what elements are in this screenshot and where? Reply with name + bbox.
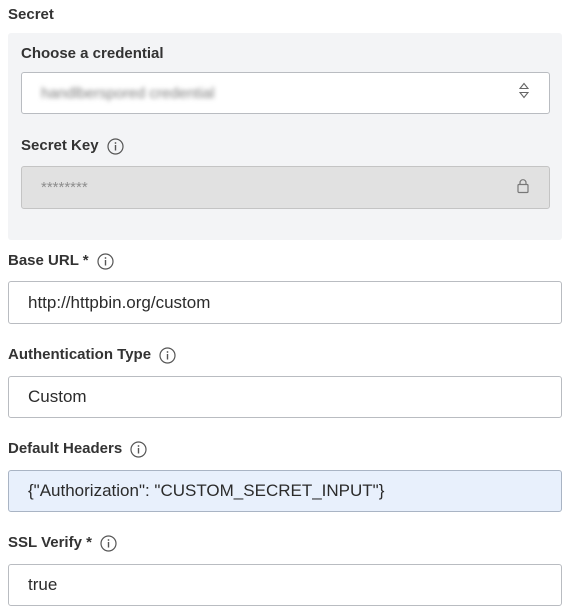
ssl-verify-label: SSL Verify * [8,534,117,552]
credential-select[interactable]: handlberspored credential [21,72,550,114]
base-url-input[interactable]: http://httpbin.org/custom [8,281,562,324]
credential-select-value: handlberspored credential [41,84,215,102]
ssl-verify-value: true [28,575,58,594]
select-arrows-icon [518,82,530,105]
secret-key-info-icon[interactable] [106,138,124,155]
ssl-verify-field[interactable]: true [8,564,562,606]
ssl-verify-info-icon[interactable] [100,535,117,552]
lock-icon [517,178,529,197]
default-headers-label: Default Headers [8,440,147,458]
secret-section-label: Secret [8,6,54,23]
choose-credential-label: Choose a credential [21,45,164,62]
base-url-info-icon[interactable] [96,253,114,270]
default-headers-info-icon[interactable] [130,441,147,458]
auth-type-value: Custom [28,387,87,406]
base-url-label: Base URL * [8,252,114,270]
base-url-value: http://httpbin.org/custom [28,292,211,312]
auth-type-label: Authentication Type [8,346,176,364]
default-headers-value: {"Authorization": "CUSTOM_SECRET_INPUT"} [28,481,385,500]
secret-key-value: ******** [41,179,88,196]
auth-type-info-icon[interactable] [159,347,176,364]
secret-key-label: Secret Key [21,137,124,155]
default-headers-input[interactable]: {"Authorization": "CUSTOM_SECRET_INPUT"} [8,470,562,512]
auth-type-field[interactable]: Custom [8,376,562,418]
secret-key-field: ******** [21,166,550,209]
